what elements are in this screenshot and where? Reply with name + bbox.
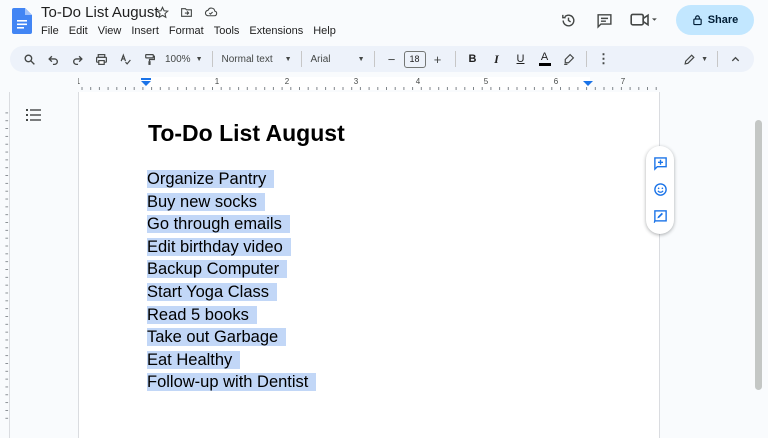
menu-edit[interactable]: Edit [69,25,88,37]
undo-icon[interactable] [42,48,64,70]
ruler-number: 6 [554,77,559,86]
collapse-menus-icon[interactable] [724,48,746,70]
emoji-reaction-icon[interactable] [651,181,669,199]
font-family-select[interactable]: Arial ▼ [307,54,369,65]
video-call-icon[interactable] [626,6,662,34]
list-item[interactable]: Organize Pantry [147,168,316,191]
text-color-button[interactable]: A [534,48,556,70]
highlight-pen-icon[interactable] [558,48,580,70]
caret-down-icon: ▼ [357,55,365,63]
list-item[interactable]: Eat Healthy [147,349,316,372]
list-item[interactable]: Read 5 books [147,304,316,327]
caret-down-icon: ▼ [701,55,708,63]
document-heading[interactable]: To-Do List August [148,120,345,147]
horizontal-ruler[interactable]: 1 1 2 3 4 5 6 7 [78,77,660,90]
ruler-number: 7 [621,77,626,86]
toolbar-divider [373,51,375,67]
formatting-toolbar: 100% ▼ Normal text ▼ Arial ▼ − 18 + B I … [10,46,754,72]
folder-move-icon[interactable] [179,5,194,20]
document-title-field[interactable]: To-Do List August [41,4,159,21]
zoom-value: 100% [165,53,191,65]
toolbar-divider [300,51,302,67]
list-item-text: Buy new socks [147,192,266,211]
search-menus-icon[interactable] [18,48,40,70]
more-options-icon[interactable]: ⋮ [593,48,615,70]
list-item-text: Eat Healthy [147,350,241,369]
spellcheck-icon[interactable] [114,48,136,70]
list-item[interactable]: Backup Computer [147,258,316,281]
header: To-Do List August File Edit View Insert … [0,0,768,44]
ruler-number: 1 [215,77,220,86]
star-icon[interactable] [155,5,170,20]
list-item-text: Organize Pantry [147,170,275,188]
menu-format[interactable]: Format [169,25,204,37]
ruler-number: 3 [354,77,359,86]
list-item-text: Go through emails [147,215,290,234]
lock-icon [692,15,702,26]
redo-icon[interactable] [66,48,88,70]
share-label: Share [707,14,739,26]
list-item[interactable]: Edit birthday video [147,236,316,259]
menu-insert[interactable]: Insert [131,25,159,37]
list-item-text: Backup Computer [147,260,288,279]
ruler-number: 5 [484,77,489,86]
list-item[interactable]: Follow-up with Dentist [147,371,317,394]
increase-font-size-button[interactable]: + [427,48,449,70]
italic-button[interactable]: I [486,48,508,70]
list-item[interactable]: Go through emails [147,213,316,236]
underline-button[interactable]: U [510,48,532,70]
list-item[interactable]: Buy new socks [147,191,316,214]
ruler-number: 2 [285,77,290,86]
caret-down-icon: ▼ [284,55,292,63]
list-item-text: Edit birthday video [147,237,291,256]
menu-help[interactable]: Help [313,25,336,37]
paragraph-style-select[interactable]: Normal text ▼ [218,54,296,65]
vertical-scrollbar[interactable] [755,120,762,390]
list-item[interactable]: Take out Garbage [147,326,316,349]
list-item-text: Follow-up with Dentist [147,373,317,392]
toolbar-divider [454,51,456,67]
add-comment-icon[interactable] [651,154,669,172]
floating-actions-panel [646,146,674,234]
menu-tools[interactable]: Tools [214,25,240,37]
list-item[interactable]: Start Yoga Class [147,281,316,304]
pencil-icon [684,53,695,65]
zoom-select[interactable]: 100% ▼ [161,54,207,65]
toolbar-divider [585,51,587,67]
menu-view[interactable]: View [98,25,122,37]
todo-list[interactable]: Organize Pantry Buy new socks Go through… [147,168,317,394]
text-color-label: A [540,51,549,63]
paint-format-icon[interactable] [138,48,160,70]
list-item-text: Take out Garbage [147,328,287,347]
text-color-swatch [538,63,551,66]
menu-extensions[interactable]: Extensions [249,25,303,37]
first-line-indent-marker[interactable] [141,78,151,80]
history-icon[interactable] [554,6,582,34]
editing-mode-select[interactable]: ▼ [679,53,712,66]
list-item-text: Start Yoga Class [147,282,277,301]
document-outline-icon[interactable] [26,108,42,122]
print-icon[interactable] [90,48,112,70]
toolbar-divider [211,51,213,67]
comment-icon[interactable] [590,6,618,34]
vertical-ruler[interactable] [0,92,10,438]
suggest-edits-icon[interactable] [651,208,669,226]
toolbar-divider [717,51,718,67]
paragraph-style-value: Normal text [221,53,273,65]
docs-logo-icon[interactable] [12,8,32,34]
decrease-font-size-button[interactable]: − [381,48,403,70]
ruler-number: 4 [416,77,421,86]
cloud-saved-icon[interactable] [203,5,218,20]
share-button[interactable]: Share [676,5,754,35]
menu-bar: File Edit View Insert Format Tools Exten… [41,25,346,37]
font-size-input[interactable]: 18 [403,50,426,68]
bold-button[interactable]: B [462,48,484,70]
menu-file[interactable]: File [41,25,59,37]
list-item-text: Read 5 books [147,305,257,324]
font-family-value: Arial [310,53,331,65]
caret-down-icon: ▼ [195,55,203,63]
